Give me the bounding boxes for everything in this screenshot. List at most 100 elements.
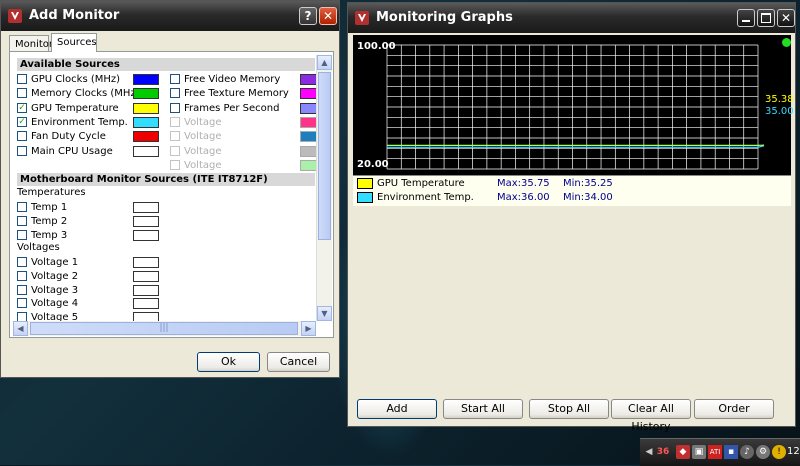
settings-icon[interactable]: ⚙ [756,445,770,459]
color-swatch[interactable] [300,146,316,157]
scroll-down-icon[interactable]: ▼ [317,306,332,321]
horizontal-scrollbar[interactable]: ◀ ||| ▶ [13,321,316,336]
checkbox[interactable] [17,216,27,226]
color-swatch[interactable] [133,131,159,142]
color-swatch[interactable] [133,88,159,99]
checkbox[interactable] [17,230,27,240]
display-icon[interactable]: ▪ [724,445,738,459]
temperature-row[interactable]: Temp 1 [17,201,167,214]
maximize-button[interactable] [757,9,775,27]
tab-monitor[interactable]: Monitor [9,35,49,52]
horizontal-scroll-thumb[interactable]: ||| [30,322,298,335]
checkbox[interactable] [17,298,27,308]
motherboard-sources-header: Motherboard Monitor Sources (ITE IT8712F… [17,173,315,186]
stop-all-button[interactable]: Stop All [529,399,609,419]
order-button[interactable]: Order [694,399,774,419]
clock[interactable]: 12: [787,445,800,459]
voltage-row[interactable]: Voltage 3 [17,284,167,297]
scroll-right-icon[interactable]: ▶ [301,321,316,336]
color-swatch[interactable] [133,117,159,128]
tab-sources[interactable]: Sources [51,33,97,52]
color-swatch[interactable] [133,74,159,85]
temperature-row[interactable]: Temp 2 [17,215,167,228]
security-icon[interactable]: ! [772,445,786,459]
color-swatch[interactable] [300,131,316,142]
source-row[interactable]: ✓GPU Temperature [17,102,167,115]
source-row[interactable]: GPU Clocks (MHz) [17,73,167,86]
ok-button[interactable]: Ok [197,352,260,372]
source-row[interactable]: Frames Per Second [170,102,316,115]
close-button[interactable]: ✕ [777,9,795,27]
color-swatch[interactable] [133,285,159,296]
close-icon: ✕ [781,11,791,25]
checkbox-checked[interactable]: ✓ [17,117,27,127]
network-icon[interactable]: ▣ [692,445,706,459]
source-row[interactable]: Memory Clocks (MHz) [17,87,167,100]
checkbox[interactable] [17,131,27,141]
vertical-scrollbar[interactable]: ▲ ▼ [316,55,332,321]
checkbox[interactable] [17,271,27,281]
color-swatch[interactable] [300,117,316,128]
checkbox[interactable] [17,285,27,295]
add-monitor-titlebar[interactable]: Add Monitor ? ✕ [1,1,339,31]
source-row[interactable]: Voltage [170,159,316,172]
legend-color-swatch [357,178,373,189]
source-row[interactable]: Main CPU Usage [17,145,167,158]
source-row[interactable]: Voltage [170,145,316,158]
color-swatch[interactable] [133,230,159,241]
voltage-row[interactable]: Voltage 4 [17,297,167,310]
color-swatch[interactable] [133,298,159,309]
tray-counter[interactable]: 36 [654,445,672,459]
color-swatch[interactable] [133,257,159,268]
checkbox[interactable] [17,146,27,156]
legend-row-env[interactable]: Environment Temp. Max:36.00 Min:34.00 [353,191,791,205]
checkbox[interactable] [170,74,180,84]
minimize-button[interactable] [737,9,755,27]
checkbox[interactable] [170,103,180,113]
color-swatch[interactable] [133,271,159,282]
color-swatch[interactable] [300,74,316,85]
voltage-row[interactable]: Voltage 5 [17,311,167,321]
checkbox[interactable] [17,88,27,98]
monitoring-titlebar[interactable]: Monitoring Graphs ✕ [348,3,795,33]
color-swatch[interactable] [133,103,159,114]
source-row[interactable]: Free Video Memory [170,73,316,86]
clear-all-history-button[interactable]: Clear All History [611,399,691,419]
color-swatch[interactable] [133,146,159,157]
start-all-button[interactable]: Start All [443,399,523,419]
color-swatch[interactable] [300,160,316,171]
scroll-left-icon[interactable]: ◀ [13,321,28,336]
source-label: Voltage [184,130,222,143]
app-tray-icon[interactable]: ◆ [676,445,690,459]
checkbox[interactable] [17,312,27,321]
voltage-row[interactable]: Voltage 2 [17,270,167,283]
source-row[interactable]: Free Texture Memory [170,87,316,100]
source-row[interactable]: Voltage [170,130,316,143]
color-swatch[interactable] [133,312,159,321]
color-swatch[interactable] [300,103,316,114]
legend-row-gpu[interactable]: GPU Temperature Max:35.75 Min:35.25 [353,177,791,191]
source-label: Voltage [184,145,222,158]
volume-icon[interactable]: ♪ [740,445,754,459]
checkbox[interactable] [17,202,27,212]
color-swatch[interactable] [133,216,159,227]
voltage-row[interactable]: Voltage 1 [17,256,167,269]
cancel-button[interactable]: Cancel [267,352,330,372]
checkbox [170,117,180,127]
scroll-up-icon[interactable]: ▲ [317,55,332,70]
vertical-scroll-thumb[interactable] [318,72,331,240]
source-row[interactable]: ✓Environment Temp. [17,116,167,129]
checkbox-checked[interactable]: ✓ [17,103,27,113]
checkbox[interactable] [17,74,27,84]
checkbox[interactable] [170,88,180,98]
ati-icon[interactable]: ATI [708,445,722,459]
help-button[interactable]: ? [299,7,317,25]
color-swatch[interactable] [133,202,159,213]
add-button[interactable]: Add [357,399,437,419]
close-button[interactable]: ✕ [319,7,337,25]
temperature-row[interactable]: Temp 3 [17,229,167,242]
source-row[interactable]: Fan Duty Cycle [17,130,167,143]
color-swatch[interactable] [300,88,316,99]
source-row[interactable]: Voltage [170,116,316,129]
checkbox[interactable] [17,257,27,267]
